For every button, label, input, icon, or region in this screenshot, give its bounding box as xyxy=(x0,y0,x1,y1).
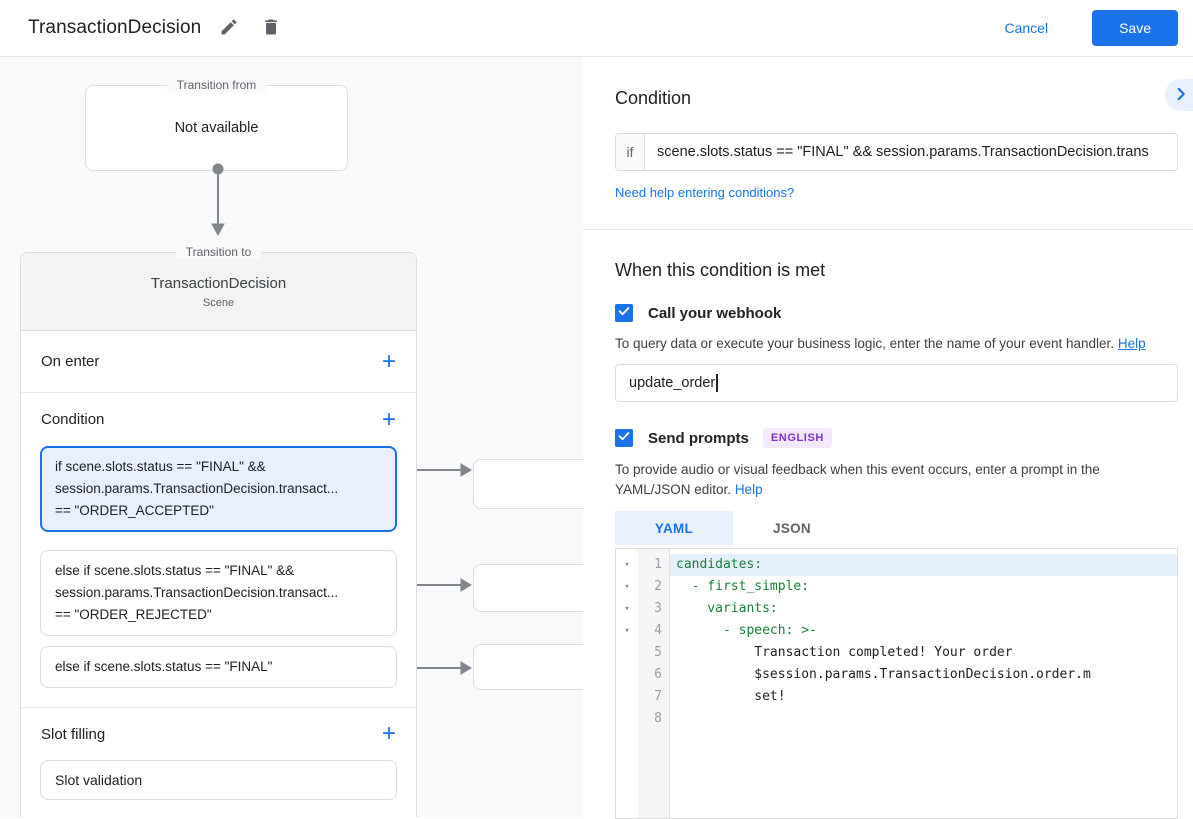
prompts-checkbox-row: Send prompts ENGLISH xyxy=(615,428,1178,448)
line-number: 2 xyxy=(638,576,662,598)
condition-line: == "ORDER_ACCEPTED" xyxy=(55,500,382,522)
add-on-enter-button[interactable]: + xyxy=(382,352,396,372)
condition-section-head: Condition + xyxy=(21,393,416,446)
panel-title: Condition xyxy=(615,57,1178,109)
condition-detail-panel: Condition if scene.slots.status == "FINA… xyxy=(583,57,1193,817)
checkmark-icon xyxy=(617,304,631,323)
webhook-checkbox[interactable] xyxy=(615,304,633,322)
condition-item-rejected[interactable]: else if scene.slots.status == "FINAL" &&… xyxy=(40,550,397,636)
condition-expression-value: scene.slots.status == "FINAL" && session… xyxy=(645,134,1177,170)
condition-line: == "ORDER_REJECTED" xyxy=(55,604,382,626)
condition-line: if scene.slots.status == "FINAL" && xyxy=(55,456,382,478)
code-line: Transaction completed! Your order xyxy=(670,642,1177,664)
fold-toggle-icon[interactable]: ▾ xyxy=(616,554,638,576)
flow-diagram: Transition from Not available Trans xyxy=(0,57,583,817)
event-handler-value: update_order xyxy=(629,375,715,391)
condition-line: else if scene.slots.status == "FINAL" && xyxy=(55,560,382,582)
cancel-button[interactable]: Cancel xyxy=(998,19,1054,37)
section-divider xyxy=(583,229,1193,230)
line-number: 1 xyxy=(638,554,662,576)
page-title: TransactionDecision xyxy=(28,17,201,39)
editor-tabs: YAML JSON xyxy=(615,511,1178,545)
send-prompts-checkbox[interactable] xyxy=(615,429,633,447)
code-line: candidates: xyxy=(670,554,1177,576)
scene-name: TransactionDecision xyxy=(151,275,286,292)
collapse-panel-button[interactable] xyxy=(1165,79,1193,111)
when-met-title: When this condition is met xyxy=(615,259,1178,281)
slot-filling-section-head: Slot filling + xyxy=(21,708,416,760)
transition-to-label: Transition to xyxy=(176,245,262,259)
code-line: - speech: >- xyxy=(670,620,1177,642)
condition-line: session.params.TransactionDecision.trans… xyxy=(55,582,382,604)
transition-target-box-1[interactable] xyxy=(473,459,583,509)
condition-section-label: Condition xyxy=(41,411,104,428)
yaml-editor[interactable]: ▾ ▾ ▾ ▾ 1 2 3 4 5 6 7 8 candidates: - fi… xyxy=(615,548,1178,819)
code-line: variants: xyxy=(670,598,1177,620)
transition-from-box: Transition from Not available xyxy=(85,85,348,171)
on-enter-label: On enter xyxy=(41,353,99,370)
language-badge: ENGLISH xyxy=(763,428,832,448)
editor-code-area[interactable]: candidates: - first_simple: variants: - … xyxy=(670,549,1177,818)
text-cursor xyxy=(716,374,718,392)
main-area: Transition from Not available Trans xyxy=(0,57,1193,817)
condition-expression-input[interactable]: if scene.slots.status == "FINAL" && sess… xyxy=(615,133,1178,171)
edit-title-button[interactable] xyxy=(215,13,243,44)
webhook-help-link[interactable]: Help xyxy=(1118,336,1146,351)
line-number: 5 xyxy=(638,642,662,664)
condition-line: else if scene.slots.status == "FINAL" xyxy=(55,656,382,678)
code-line xyxy=(670,708,1177,730)
prompts-help-link[interactable]: Help xyxy=(735,482,763,497)
scene-card: Transition to TransactionDecision Scene … xyxy=(20,252,417,817)
delete-scene-button[interactable] xyxy=(257,13,285,44)
condition-item-final[interactable]: else if scene.slots.status == "FINAL" xyxy=(40,646,397,688)
transition-from-value: Not available xyxy=(175,120,259,136)
condition-line: session.params.TransactionDecision.trans… xyxy=(55,478,382,500)
slot-filling-label: Slot filling xyxy=(41,726,105,743)
editor-fold-gutter: ▾ ▾ ▾ ▾ xyxy=(616,549,638,818)
fold-toggle-icon[interactable]: ▾ xyxy=(616,620,638,642)
add-slot-button[interactable]: + xyxy=(382,724,396,744)
event-handler-input[interactable]: update_order xyxy=(615,364,1178,402)
webhook-label: Call your webhook xyxy=(648,305,781,322)
prompts-description: To provide audio or visual feedback when… xyxy=(615,460,1178,500)
transition-target-box-3[interactable] xyxy=(473,644,583,690)
slot-validation-item[interactable]: Slot validation xyxy=(40,760,397,800)
code-line: $session.params.TransactionDecision.orde… xyxy=(670,664,1177,686)
if-prefix-label: if xyxy=(616,134,645,170)
send-prompts-label: Send prompts xyxy=(648,430,749,447)
on-enter-section: On enter + xyxy=(21,331,416,393)
top-bar: TransactionDecision Cancel Save xyxy=(0,0,1193,57)
webhook-checkbox-row: Call your webhook xyxy=(615,304,1178,322)
transition-from-label: Transition from xyxy=(167,78,267,92)
trash-icon xyxy=(261,17,281,40)
line-number: 6 xyxy=(638,664,662,686)
conditions-help-link[interactable]: Need help entering conditions? xyxy=(615,185,794,200)
save-button[interactable]: Save xyxy=(1092,10,1178,46)
code-line: - first_simple: xyxy=(670,576,1177,598)
code-line: set! xyxy=(670,686,1177,708)
condition-list: if scene.slots.status == "FINAL" && sess… xyxy=(21,446,416,708)
webhook-description: To query data or execute your business l… xyxy=(615,334,1178,354)
webhook-description-text: To query data or execute your business l… xyxy=(615,336,1114,351)
line-number: 8 xyxy=(638,708,662,730)
condition-item-accepted[interactable]: if scene.slots.status == "FINAL" && sess… xyxy=(40,446,397,532)
tab-json[interactable]: JSON xyxy=(733,511,851,545)
line-number: 3 xyxy=(638,598,662,620)
tab-yaml[interactable]: YAML xyxy=(615,511,733,545)
fold-toggle-icon[interactable]: ▾ xyxy=(616,598,638,620)
line-number: 4 xyxy=(638,620,662,642)
checkmark-icon xyxy=(617,429,631,448)
scene-type-label: Scene xyxy=(203,297,234,309)
slot-list: Slot validation xyxy=(21,760,416,800)
line-number: 7 xyxy=(638,686,662,708)
add-condition-button[interactable]: + xyxy=(382,410,396,430)
pencil-icon xyxy=(219,17,239,40)
chevron-right-icon xyxy=(1170,83,1192,108)
prompts-description-text: To provide audio or visual feedback when… xyxy=(615,462,1100,497)
transition-target-box-2[interactable] xyxy=(473,564,583,612)
editor-line-numbers: 1 2 3 4 5 6 7 8 xyxy=(638,549,670,818)
fold-toggle-icon[interactable]: ▾ xyxy=(616,576,638,598)
scene-card-header: Transition to TransactionDecision Scene xyxy=(21,253,416,331)
